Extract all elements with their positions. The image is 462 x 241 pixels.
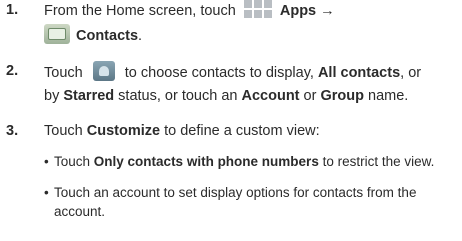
contacts-folder-icon [44, 24, 70, 44]
apps-grid-icon [243, 0, 272, 18]
contacts-label: Contacts [76, 28, 139, 44]
step-text: Touch to choose contacts to display, All… [44, 61, 421, 83]
display-options-icon [92, 61, 115, 81]
step-number: 2. [6, 63, 19, 79]
apps-label: Apps [279, 3, 317, 19]
instructions-document: 1. From the Home screen, touch Apps → Co… [6, 0, 435, 219]
step-text: From the Home screen, touch Apps → [44, 0, 335, 21]
step-number: 3. [6, 123, 19, 139]
arrow-glyph: → [320, 3, 335, 19]
step-number: 1. [6, 2, 19, 18]
step-text: Touch Customize to define a custom view: [44, 123, 320, 139]
